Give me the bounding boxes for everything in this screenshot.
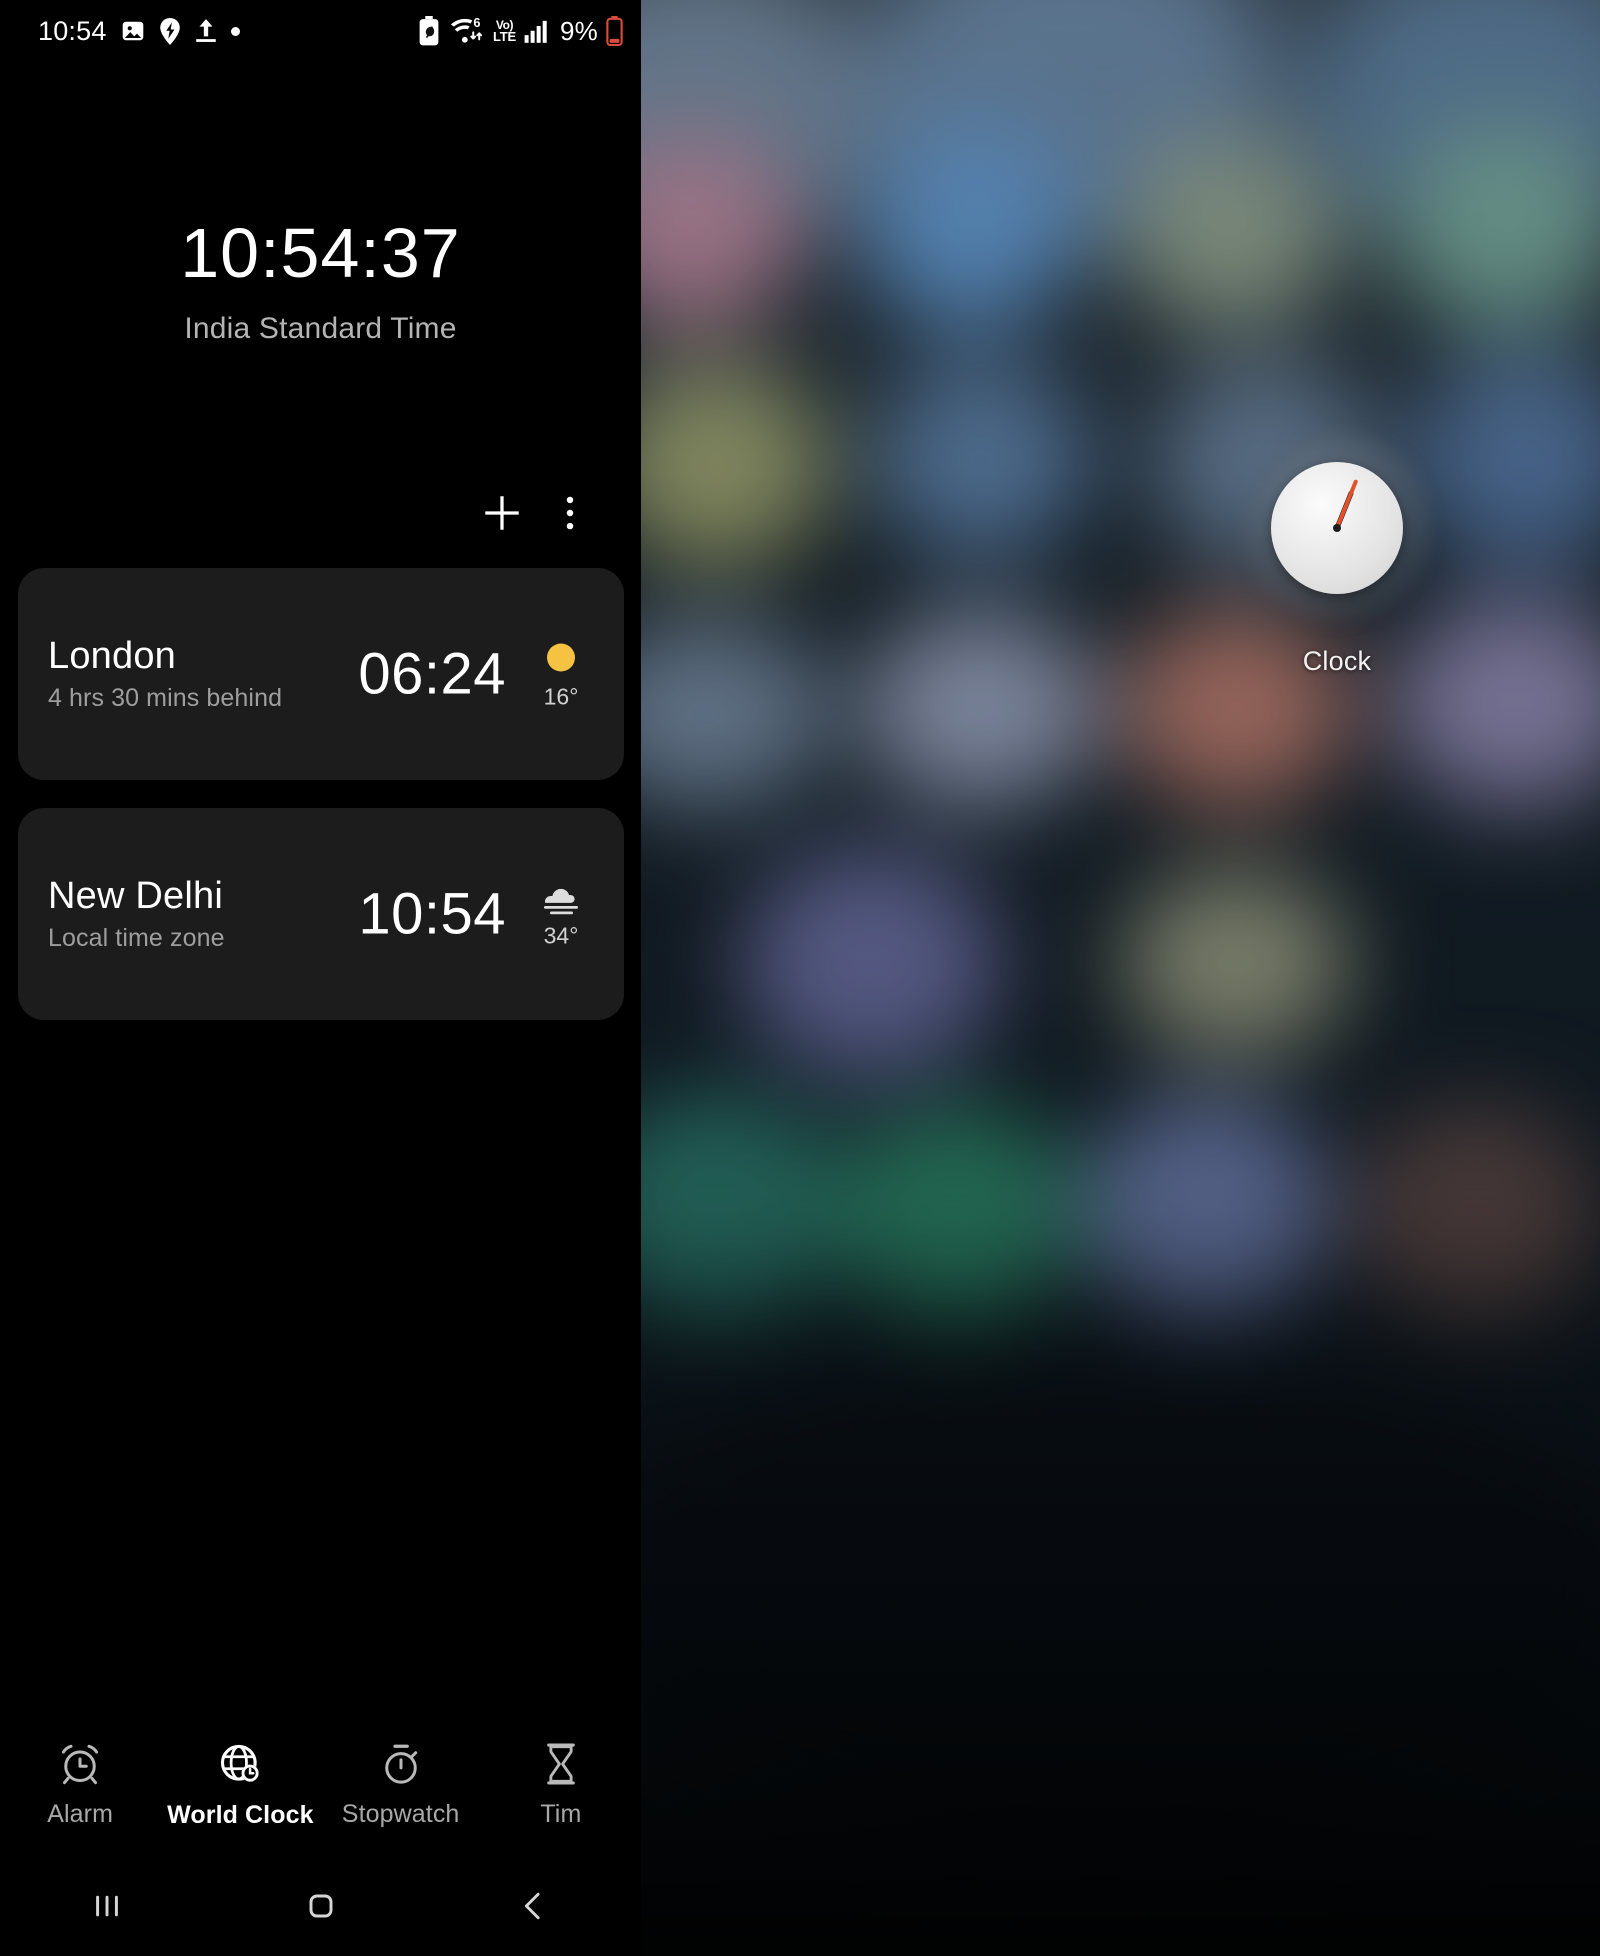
city-time: 10:54 (358, 881, 506, 947)
city-card-text: New Delhi Local time zone (48, 875, 225, 954)
home-button[interactable] (214, 1886, 428, 1926)
home-screen-panel: Clock (641, 0, 1600, 1956)
wallpaper-overlay (641, 0, 1600, 1956)
tab-label: World Clock (167, 1801, 314, 1829)
recents-button[interactable] (0, 1886, 214, 1926)
clock-center-pin (1333, 524, 1341, 532)
tab-label: Stopwatch (341, 1800, 460, 1828)
screenshot-root: 10:54 6 Vo) LTE 9% 10:54:37 India Standa… (0, 0, 1600, 1956)
fog-icon (540, 879, 582, 917)
city-offset: Local time zone (48, 924, 225, 953)
volte-line2: LTE (493, 28, 517, 44)
city-name: London (48, 634, 177, 677)
svg-text:6: 6 (473, 16, 480, 30)
clock-minute-hand (1335, 479, 1359, 529)
volte-icon: Vo) LTE (493, 18, 517, 44)
city-time: 06:24 (358, 641, 506, 707)
city-weather: 34° (522, 879, 600, 950)
battery-icon (606, 16, 623, 46)
action-row (0, 482, 641, 544)
city-list: London 4 hrs 30 mins behind 06:24 16° Ne… (18, 568, 624, 1048)
city-card-text: London 4 hrs 30 mins behind (48, 635, 282, 714)
current-time: 10:54:37 (180, 214, 461, 292)
alarm-clock-icon (57, 1741, 103, 1787)
upload-icon (194, 18, 218, 44)
city-temperature: 16° (543, 683, 579, 710)
battery-percent-label: 9% (560, 15, 598, 46)
clock-app-label: Clock (1302, 646, 1372, 676)
bottom-tab-bar: Alarm World Clock Stopwatch Tim (0, 1722, 641, 1848)
sun-icon (541, 638, 581, 678)
city-card-new-delhi[interactable]: New Delhi Local time zone 10:54 34° (18, 808, 624, 1020)
location-icon (159, 17, 181, 45)
tab-alarm[interactable]: Alarm (0, 1741, 160, 1829)
hourglass-icon (539, 1741, 583, 1787)
city-name: New Delhi (48, 874, 223, 917)
status-bar-clock: 10:54 (38, 15, 107, 46)
battery-saver-icon (417, 16, 441, 46)
back-button[interactable] (427, 1886, 641, 1926)
dot-indicator (230, 26, 240, 36)
status-bar-right: 6 Vo) LTE 9% (417, 16, 623, 47)
current-timezone: India Standard Time (184, 312, 457, 345)
city-card-london[interactable]: London 4 hrs 30 mins behind 06:24 16° (18, 568, 624, 780)
city-temperature: 34° (543, 922, 579, 949)
clock-app-icon[interactable] (1239, 430, 1435, 626)
stopwatch-icon (378, 1741, 424, 1787)
wifi-icon: 6 (449, 16, 485, 46)
world-clock-header: 10:54:37 India Standard Time (0, 218, 641, 346)
add-city-button[interactable] (471, 482, 533, 544)
gallery-icon (120, 18, 146, 44)
clock-app-panel: 10:54 6 Vo) LTE 9% 10:54:37 India Standa… (0, 0, 641, 1956)
globe-clock-icon (216, 1740, 264, 1788)
android-nav-bar (0, 1856, 641, 1956)
tab-label: Tim (540, 1800, 582, 1828)
tab-timer[interactable]: Tim (481, 1741, 641, 1829)
signal-icon (524, 18, 550, 44)
city-weather: 16° (522, 638, 600, 711)
city-offset: 4 hrs 30 mins behind (48, 684, 283, 713)
analog-clock-icon (1271, 462, 1403, 594)
more-options-button[interactable] (539, 482, 601, 544)
tab-stopwatch[interactable]: Stopwatch (321, 1741, 481, 1829)
tab-label: Alarm (47, 1800, 114, 1828)
status-bar: 10:54 6 Vo) LTE 9% (0, 0, 641, 62)
tab-world-clock[interactable]: World Clock (160, 1740, 320, 1830)
status-bar-left: 10:54 (38, 16, 240, 47)
